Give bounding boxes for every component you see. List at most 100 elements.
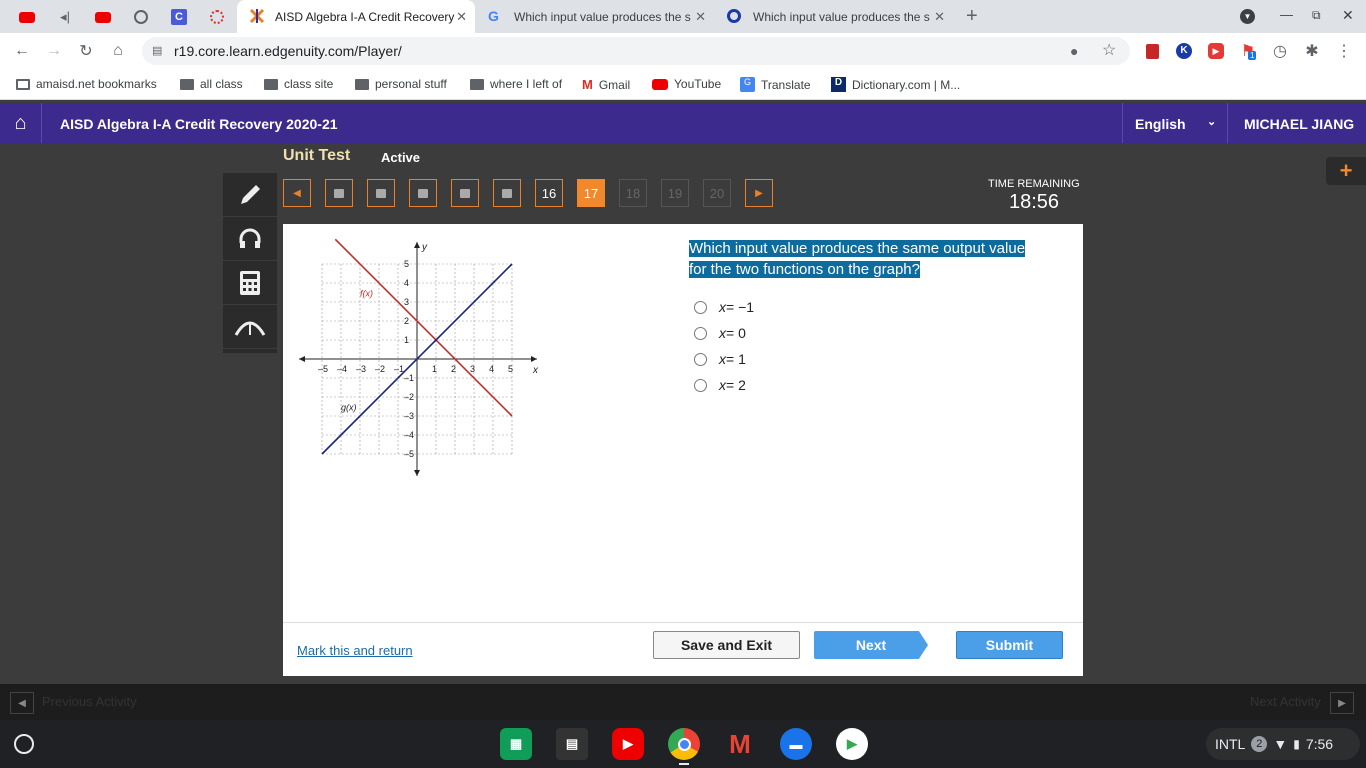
answer-option[interactable]: x = 1	[694, 351, 746, 367]
next-activity-button[interactable]: ▶	[1330, 692, 1354, 714]
pinned-tab-audio[interactable]: ◂|	[48, 4, 82, 30]
user-name[interactable]: MICHAEL JIANG	[1244, 116, 1354, 132]
bookmark-gmail[interactable]: M Gmail	[582, 77, 630, 92]
bookmark-dictionary[interactable]: D Dictionary.com | M...	[831, 77, 960, 92]
home-icon[interactable]: ⌂	[0, 103, 42, 143]
y-tick-label: 2	[404, 316, 409, 326]
video-extension-icon[interactable]: ▶	[1206, 41, 1226, 61]
restore-icon[interactable]: ⧉	[1312, 8, 1321, 23]
google-icon: G	[488, 8, 499, 24]
close-tab-icon[interactable]: ✕	[456, 9, 467, 25]
gmail-app-icon[interactable]: M	[724, 728, 756, 760]
bookmark-class-site[interactable]: class site	[264, 77, 333, 91]
puzzle-badge-extension-icon[interactable]: ⚑1	[1238, 41, 1258, 61]
bookmark-where-i-left[interactable]: where I left of	[470, 77, 562, 91]
speaker-icon: ◂|	[60, 9, 70, 24]
minimize-icon[interactable]: —	[1280, 7, 1293, 22]
notification-count: 2	[1251, 736, 1268, 752]
bookmarks-bar: amaisd.net bookmarks all class class sit…	[0, 70, 1366, 100]
radio-button[interactable]	[694, 352, 707, 366]
pencil-tool[interactable]	[223, 173, 277, 217]
tab-search-icon[interactable]: ▼	[1240, 9, 1255, 24]
previous-activity-button[interactable]: ◀	[10, 692, 34, 714]
tab-brainly[interactable]: Which input value produces the s ✕	[715, 0, 953, 33]
bookmark-all-class[interactable]: all class	[180, 77, 243, 91]
play-store-app-icon[interactable]: ▶	[836, 728, 868, 760]
question-button-16[interactable]: 16	[535, 179, 563, 207]
answer-option[interactable]: x = −1	[694, 299, 754, 315]
tab-google-search[interactable]: G Which input value produces the s ✕	[476, 0, 714, 33]
arrow-left-icon: ◀	[293, 187, 301, 199]
home-icon[interactable]: ⌂	[108, 41, 128, 61]
close-window-icon[interactable]: ✕	[1342, 7, 1354, 24]
battery-icon: ▮	[1293, 737, 1300, 751]
reload-icon[interactable]: ↻	[76, 41, 96, 61]
x-tick-label: 5	[508, 364, 513, 374]
formula-tool[interactable]	[223, 305, 277, 349]
menu-kebab-icon[interactable]: ⋮	[1334, 41, 1354, 61]
forward-icon[interactable]: →	[44, 41, 64, 61]
chrome-app-icon[interactable]	[668, 728, 700, 760]
site-info-icon[interactable]: ▤	[152, 37, 162, 65]
answer-option[interactable]: x = 2	[694, 377, 746, 393]
extensions-puzzle-icon[interactable]: ✱	[1302, 41, 1322, 61]
system-tray[interactable]: INTL 2 ▼ ▮ 7:56	[1206, 728, 1360, 760]
back-icon[interactable]: ←	[12, 41, 32, 61]
arrow-right-icon: ▶	[1338, 697, 1346, 709]
x-axis-arrow	[299, 356, 305, 362]
address-bar[interactable]: ▤ r19.core.learn.edgenuity.com/Player/ ●…	[142, 37, 1130, 65]
tab-strip: ◂| C AISD Algebra I-A Credit Recovery ✕ …	[0, 0, 1366, 33]
pinned-tab-c[interactable]: C	[162, 4, 196, 30]
pinned-tab-youtube-2[interactable]	[86, 4, 120, 30]
k-extension-icon[interactable]: K	[1174, 41, 1194, 61]
calculator-app-icon[interactable]: ▤	[556, 728, 588, 760]
launcher-icon[interactable]	[14, 734, 34, 754]
x-tick-label: –5	[318, 364, 328, 374]
language-select[interactable]: English ⌄	[1122, 103, 1228, 143]
bookmark-apps[interactable]: amaisd.net bookmarks	[16, 77, 157, 91]
bookmark-translate[interactable]: G Translate	[740, 77, 811, 92]
calculator-icon	[240, 270, 260, 295]
question-locked-14	[451, 179, 479, 207]
youtube-app-icon[interactable]: ▶	[612, 728, 644, 760]
y-axis-arrow	[414, 242, 420, 248]
pinned-tab-youtube[interactable]	[10, 4, 44, 30]
answer-option[interactable]: x = 0	[694, 325, 746, 341]
running-indicator	[679, 763, 689, 765]
question-text: Which input value produces the same outp…	[689, 240, 1026, 278]
y-axis-label: y	[421, 242, 428, 253]
mark-and-return-link[interactable]: Mark this and return	[297, 643, 413, 658]
arrow-left-icon: ◀	[18, 697, 26, 709]
bookmark-personal-stuff[interactable]: personal stuff	[355, 77, 447, 91]
radio-button[interactable]	[694, 326, 707, 340]
question-button-20: 20	[703, 179, 731, 207]
pinned-tab-circle[interactable]	[200, 4, 234, 30]
submit-button[interactable]: Submit	[956, 631, 1063, 659]
save-and-exit-button[interactable]: Save and Exit	[653, 631, 800, 659]
radio-button[interactable]	[694, 378, 707, 392]
location-icon[interactable]: ●	[1070, 37, 1078, 65]
next-button[interactable]: Next	[814, 631, 928, 659]
browser-toolbar: ← → ↻ ⌂ ▤ r19.core.learn.edgenuity.com/P…	[0, 33, 1366, 70]
next-activity-label: Next Activity	[1250, 694, 1321, 709]
bookmark-star-icon[interactable]: ☆	[1102, 37, 1116, 65]
y-tick-label: –4	[404, 430, 414, 440]
red-book-extension-icon[interactable]	[1142, 41, 1162, 61]
new-tab-icon[interactable]: +	[966, 5, 978, 28]
plus-icon[interactable]: +	[1326, 157, 1366, 185]
pinned-tab-globe[interactable]	[124, 4, 158, 30]
files-app-icon[interactable]: ▬	[780, 728, 812, 760]
question-button-17[interactable]: 17	[577, 179, 605, 207]
headphones-tool[interactable]	[223, 217, 277, 261]
clock-extension-icon[interactable]: ◷	[1270, 41, 1290, 61]
close-tab-icon[interactable]: ✕	[934, 9, 945, 25]
x-tick-label: 1	[432, 364, 437, 374]
bookmark-youtube[interactable]: YouTube	[652, 77, 721, 91]
close-tab-icon[interactable]: ✕	[695, 9, 706, 25]
calculator-tool[interactable]	[223, 261, 277, 305]
next-question-button[interactable]: ▶	[745, 179, 773, 207]
tab-edgenuity[interactable]: AISD Algebra I-A Credit Recovery ✕	[237, 0, 475, 33]
radio-button[interactable]	[694, 300, 707, 314]
sheets-app-icon[interactable]: ▦	[500, 728, 532, 760]
prev-question-button[interactable]: ◀	[283, 179, 311, 207]
